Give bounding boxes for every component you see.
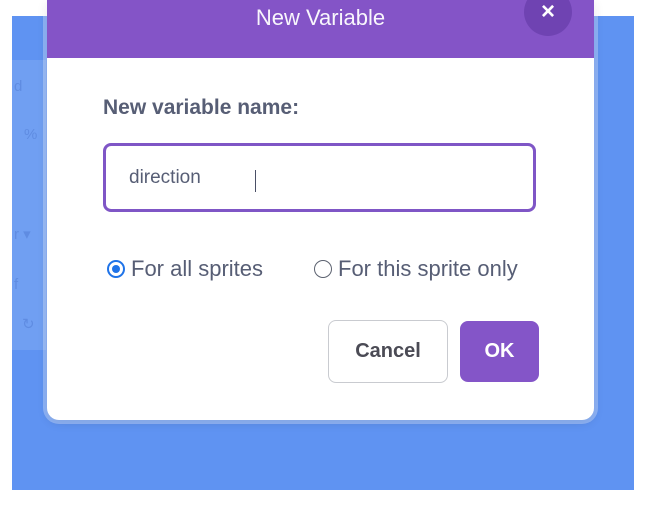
for-this-sprite-only-option[interactable]: For this sprite only bbox=[314, 256, 518, 282]
screen: d % r ▾ f ↻ New Variable × New variable … bbox=[0, 0, 651, 509]
ok-button[interactable]: OK bbox=[460, 321, 539, 382]
background-fragment: f bbox=[14, 276, 19, 293]
background-fragment: d bbox=[14, 78, 23, 95]
new-variable-dialog: New Variable × New variable name: For al… bbox=[47, 0, 594, 420]
for-all-sprites-label: For all sprites bbox=[131, 256, 264, 281]
close-icon: × bbox=[540, 0, 555, 25]
dialog-title: New Variable bbox=[255, 5, 386, 30]
for-all-sprites-option[interactable]: For all sprites bbox=[107, 256, 263, 282]
variable-name-label: New variable name: bbox=[103, 96, 300, 119]
for-this-sprite-only-label: For this sprite only bbox=[338, 256, 518, 281]
scope-options: For all sprites For this sprite only bbox=[107, 256, 557, 284]
variable-name-input[interactable] bbox=[103, 143, 536, 212]
background-fragment: ↻ bbox=[22, 316, 35, 333]
cancel-button[interactable]: Cancel bbox=[328, 320, 448, 383]
background-editor-fragments: d % r ▾ f ↻ bbox=[12, 60, 46, 350]
radio-selected-icon[interactable] bbox=[107, 260, 125, 278]
dialog-header: New Variable × bbox=[47, 0, 594, 58]
background-fragment: % bbox=[24, 126, 38, 143]
text-cursor bbox=[255, 170, 256, 192]
radio-unselected-icon[interactable] bbox=[314, 260, 332, 278]
background-fragment: r ▾ bbox=[14, 226, 31, 243]
